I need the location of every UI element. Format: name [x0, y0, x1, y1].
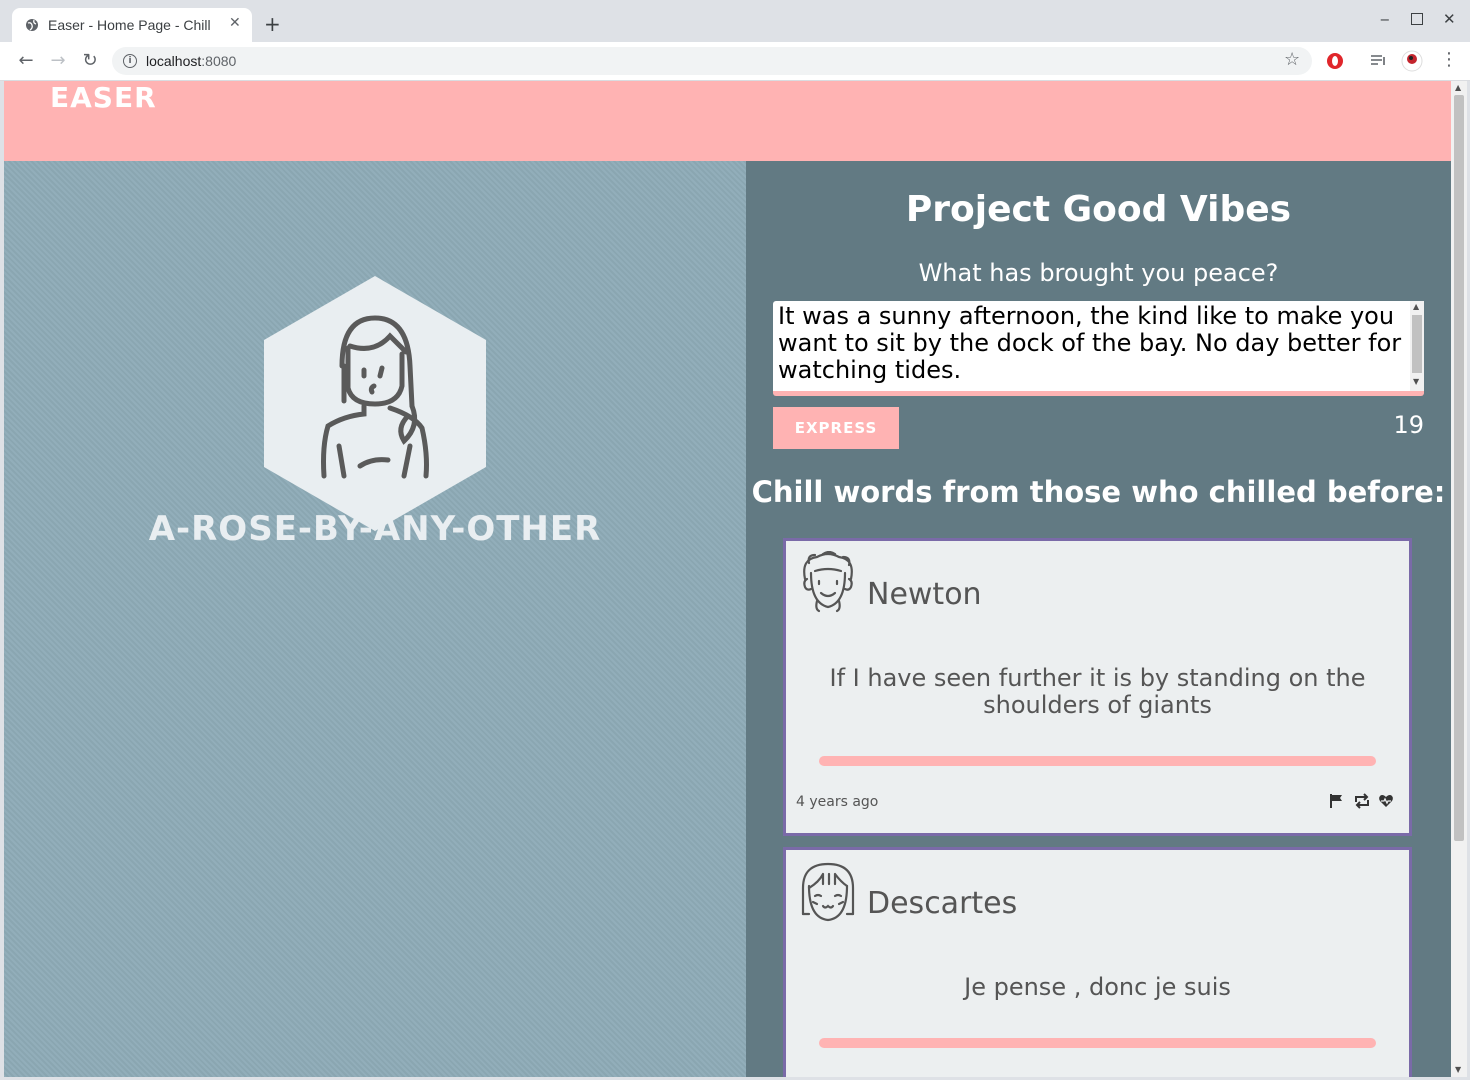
post-divider	[819, 1038, 1376, 1048]
page: EASER A-ROSE-BY-ANY-OTHER Project Good V…	[4, 81, 1451, 1077]
newton-avatar-icon	[803, 551, 853, 613]
url-text: localhost:8080	[146, 53, 237, 69]
vibes-panel: Project Good Vibes What has brought you …	[746, 161, 1451, 1077]
minimize-icon[interactable]: ‒	[1380, 10, 1390, 28]
post-quote: Je pense , donc je suis	[964, 973, 1231, 1001]
textarea-scrollbar[interactable]: ▲ ▼	[1410, 301, 1424, 391]
peace-textarea[interactable]: It was a sunny afternoon, the kind like …	[773, 301, 1424, 396]
post-quote: If I have seen further it is by standing…	[829, 664, 1366, 719]
post-timestamp: 4 years ago	[796, 794, 879, 810]
menu-icon[interactable]: ⋮	[1440, 51, 1458, 69]
tab-strip: Easer - Home Page - Chill ✕ + ‒ ✕	[0, 0, 1470, 42]
maximize-icon[interactable]	[1411, 13, 1423, 25]
window-close-icon[interactable]: ✕	[1443, 10, 1456, 28]
peace-textarea-value[interactable]: It was a sunny afternoon, the kind like …	[778, 303, 1406, 384]
profile-avatar-icon[interactable]	[1401, 50, 1423, 72]
forward-icon[interactable]: →	[48, 51, 68, 71]
reload-icon[interactable]: ↻	[80, 51, 100, 71]
app-header: EASER	[4, 81, 1451, 161]
browser-toolbar: ← → ↻ i localhost:8080	[0, 42, 1470, 81]
express-button[interactable]: EXPRESS	[773, 407, 899, 449]
star-icon[interactable]: ☆	[1284, 49, 1300, 70]
flag-icon[interactable]	[1329, 793, 1347, 811]
browser-tab[interactable]: Easer - Home Page - Chill ✕	[12, 8, 252, 42]
post-author: Newton	[867, 577, 982, 612]
globe-icon	[26, 19, 38, 31]
descartes-avatar-icon	[801, 862, 855, 922]
character-counter: 19	[1393, 411, 1424, 439]
post-card: Descartes Je pense , donc je suis	[783, 847, 1412, 1077]
back-icon[interactable]: ←	[16, 51, 36, 71]
profile-panel: A-ROSE-BY-ANY-OTHER	[4, 161, 746, 1077]
media-queue-icon[interactable]	[1370, 53, 1388, 69]
retweet-icon[interactable]	[1353, 793, 1371, 811]
tab-title: Easer - Home Page - Chill	[48, 17, 211, 33]
project-title: Project Good Vibes	[905, 189, 1292, 230]
scrollbar-thumb[interactable]	[1454, 95, 1464, 841]
brand-logo[interactable]: EASER	[50, 81, 157, 114]
post-actions	[1317, 793, 1397, 811]
close-icon[interactable]: ✕	[229, 15, 241, 31]
post-author: Descartes	[867, 886, 1018, 921]
prompt-text: What has brought you peace?	[918, 259, 1279, 287]
username: A-ROSE-BY-ANY-OTHER	[148, 509, 602, 549]
info-icon[interactable]: i	[123, 54, 137, 68]
page-scrollbar[interactable]: ▲ ▼	[1451, 81, 1467, 1077]
heart-icon[interactable]	[1378, 793, 1396, 811]
user-avatar	[264, 276, 486, 531]
post-card: Newton If I have seen further it is by s…	[783, 538, 1412, 836]
opera-icon[interactable]	[1326, 52, 1344, 70]
post-divider	[819, 756, 1376, 766]
plus-icon[interactable]: +	[264, 14, 281, 34]
feed-heading: Chill words from those who chilled befor…	[751, 475, 1446, 509]
address-bar[interactable]: i localhost:8080	[112, 47, 1312, 75]
